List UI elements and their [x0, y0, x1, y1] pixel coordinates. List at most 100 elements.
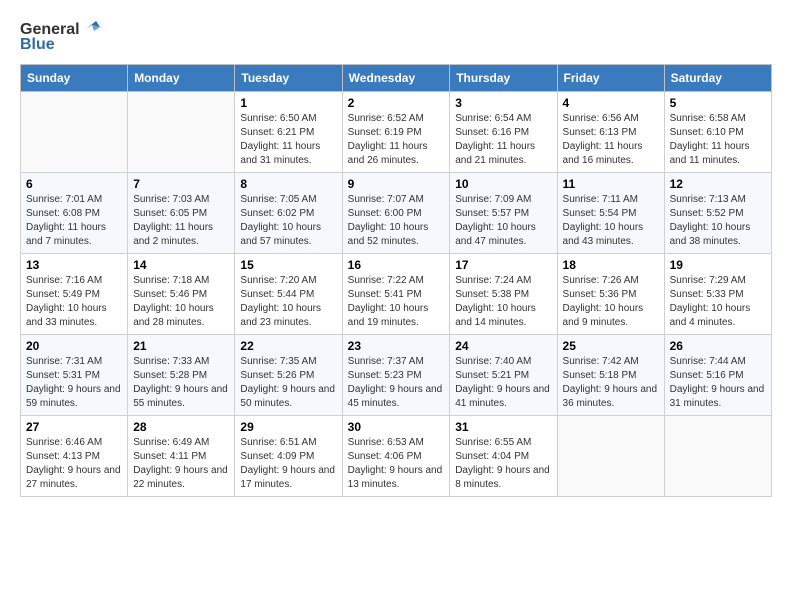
calendar-week-row: 1 Sunrise: 6:50 AMSunset: 6:21 PMDaylight… — [21, 92, 772, 173]
calendar-cell: 7 Sunrise: 7:03 AMSunset: 6:05 PMDaylight… — [128, 173, 235, 254]
day-info: Sunrise: 7:26 AMSunset: 5:36 PMDaylight:… — [563, 274, 659, 330]
calendar-cell — [128, 92, 235, 173]
day-number: 18 — [563, 258, 659, 272]
day-number: 15 — [240, 258, 336, 272]
day-number: 8 — [240, 177, 336, 191]
logo-bird-icon — [82, 17, 100, 35]
day-number: 27 — [26, 420, 122, 434]
calendar-cell: 3 Sunrise: 6:54 AMSunset: 6:16 PMDaylight… — [450, 92, 557, 173]
calendar-cell: 1 Sunrise: 6:50 AMSunset: 6:21 PMDaylight… — [235, 92, 342, 173]
day-number: 19 — [670, 258, 766, 272]
day-number: 30 — [348, 420, 445, 434]
calendar-week-row: 6 Sunrise: 7:01 AMSunset: 6:08 PMDaylight… — [21, 173, 772, 254]
day-number: 26 — [670, 339, 766, 353]
calendar-cell: 13 Sunrise: 7:16 AMSunset: 5:49 PMDayligh… — [21, 254, 128, 335]
calendar-cell: 20 Sunrise: 7:31 AMSunset: 5:31 PMDayligh… — [21, 335, 128, 416]
day-info: Sunrise: 7:03 AMSunset: 6:05 PMDaylight:… — [133, 193, 229, 249]
day-number: 10 — [455, 177, 551, 191]
column-header-monday: Monday — [128, 65, 235, 92]
calendar-cell — [557, 416, 664, 497]
day-info: Sunrise: 7:37 AMSunset: 5:23 PMDaylight:… — [348, 355, 445, 411]
calendar-cell: 25Sunrise: 7:42 AMSunset: 5:18 PMDayligh… — [557, 335, 664, 416]
day-info: Sunrise: 7:01 AMSunset: 6:08 PMDaylight:… — [26, 193, 122, 249]
calendar-cell — [21, 92, 128, 173]
calendar-cell — [664, 416, 771, 497]
calendar-cell: 2Sunrise: 6:52 AMSunset: 6:19 PMDaylight… — [342, 92, 450, 173]
calendar-cell: 22 Sunrise: 7:35 AMSunset: 5:26 PMDayligh… — [235, 335, 342, 416]
calendar-cell: 8 Sunrise: 7:05 AMSunset: 6:02 PMDaylight… — [235, 173, 342, 254]
logo: General Blue — [20, 20, 100, 54]
day-number: 28 — [133, 420, 229, 434]
calendar-cell: 23 Sunrise: 7:37 AMSunset: 5:23 PMDayligh… — [342, 335, 450, 416]
logo-container: General Blue — [20, 20, 100, 54]
calendar-cell: 6 Sunrise: 7:01 AMSunset: 6:08 PMDaylight… — [21, 173, 128, 254]
column-header-sunday: Sunday — [21, 65, 128, 92]
calendar-week-row: 13 Sunrise: 7:16 AMSunset: 5:49 PMDayligh… — [21, 254, 772, 335]
calendar-week-row: 20 Sunrise: 7:31 AMSunset: 5:31 PMDayligh… — [21, 335, 772, 416]
calendar-cell: 5 Sunrise: 6:58 AMSunset: 6:10 PMDaylight… — [664, 92, 771, 173]
calendar-cell: 29Sunrise: 6:51 AMSunset: 4:09 PMDayligh… — [235, 416, 342, 497]
day-info: Sunrise: 6:46 AMSunset: 4:13 PMDaylight:… — [26, 436, 122, 492]
day-number: 1 — [240, 96, 336, 110]
day-number: 6 — [26, 177, 122, 191]
day-info: Sunrise: 6:54 AMSunset: 6:16 PMDaylight:… — [455, 112, 551, 168]
day-info: Sunrise: 6:58 AMSunset: 6:10 PMDaylight:… — [670, 112, 766, 168]
day-number: 31 — [455, 420, 551, 434]
day-info: Sunrise: 7:24 AMSunset: 5:38 PMDaylight:… — [455, 274, 551, 330]
calendar-cell: 27 Sunrise: 6:46 AMSunset: 4:13 PMDayligh… — [21, 416, 128, 497]
calendar-cell: 31Sunrise: 6:55 AMSunset: 4:04 PMDayligh… — [450, 416, 557, 497]
day-number: 21 — [133, 339, 229, 353]
day-number: 3 — [455, 96, 551, 110]
day-info: Sunrise: 7:35 AMSunset: 5:26 PMDaylight:… — [240, 355, 336, 411]
calendar-cell: 15 Sunrise: 7:20 AMSunset: 5:44 PMDayligh… — [235, 254, 342, 335]
day-info: Sunrise: 6:50 AMSunset: 6:21 PMDaylight:… — [240, 112, 336, 168]
day-number: 13 — [26, 258, 122, 272]
day-info: Sunrise: 7:31 AMSunset: 5:31 PMDaylight:… — [26, 355, 122, 411]
calendar-cell: 17 Sunrise: 7:24 AMSunset: 5:38 PMDayligh… — [450, 254, 557, 335]
calendar-header-row: SundayMondayTuesdayWednesdayThursdayFrid… — [21, 65, 772, 92]
day-info: Sunrise: 7:11 AMSunset: 5:54 PMDaylight:… — [563, 193, 659, 249]
day-info: Sunrise: 7:42 AMSunset: 5:18 PMDaylight:… — [563, 355, 659, 411]
day-info: Sunrise: 7:33 AMSunset: 5:28 PMDaylight:… — [133, 355, 229, 411]
day-info: Sunrise: 7:07 AMSunset: 6:00 PMDaylight:… — [348, 193, 445, 249]
calendar-cell: 30 Sunrise: 6:53 AMSunset: 4:06 PMDayligh… — [342, 416, 450, 497]
day-info: Sunrise: 7:29 AMSunset: 5:33 PMDaylight:… — [670, 274, 766, 330]
day-info: Sunrise: 7:40 AMSunset: 5:21 PMDaylight:… — [455, 355, 551, 411]
column-header-wednesday: Wednesday — [342, 65, 450, 92]
calendar-cell: 12Sunrise: 7:13 AMSunset: 5:52 PMDayligh… — [664, 173, 771, 254]
day-number: 16 — [348, 258, 445, 272]
column-header-friday: Friday — [557, 65, 664, 92]
day-number: 23 — [348, 339, 445, 353]
calendar-week-row: 27 Sunrise: 6:46 AMSunset: 4:13 PMDayligh… — [21, 416, 772, 497]
page-header: General Blue — [20, 20, 772, 54]
day-info: Sunrise: 7:16 AMSunset: 5:49 PMDaylight:… — [26, 274, 122, 330]
day-info: Sunrise: 7:05 AMSunset: 6:02 PMDaylight:… — [240, 193, 336, 249]
day-info: Sunrise: 6:52 AMSunset: 6:19 PMDaylight:… — [348, 112, 445, 168]
day-number: 9 — [348, 177, 445, 191]
calendar-cell: 24 Sunrise: 7:40 AMSunset: 5:21 PMDayligh… — [450, 335, 557, 416]
calendar-cell: 18 Sunrise: 7:26 AMSunset: 5:36 PMDayligh… — [557, 254, 664, 335]
calendar-cell: 26 Sunrise: 7:44 AMSunset: 5:16 PMDayligh… — [664, 335, 771, 416]
calendar-cell: 14Sunrise: 7:18 AMSunset: 5:46 PMDayligh… — [128, 254, 235, 335]
calendar-cell: 10Sunrise: 7:09 AMSunset: 5:57 PMDayligh… — [450, 173, 557, 254]
day-number: 5 — [670, 96, 766, 110]
day-info: Sunrise: 7:18 AMSunset: 5:46 PMDaylight:… — [133, 274, 229, 330]
day-info: Sunrise: 6:53 AMSunset: 4:06 PMDaylight:… — [348, 436, 445, 492]
day-number: 22 — [240, 339, 336, 353]
calendar-cell: 4Sunrise: 6:56 AMSunset: 6:13 PMDaylight… — [557, 92, 664, 173]
day-info: Sunrise: 7:13 AMSunset: 5:52 PMDaylight:… — [670, 193, 766, 249]
day-info: Sunrise: 6:49 AMSunset: 4:11 PMDaylight:… — [133, 436, 229, 492]
day-info: Sunrise: 7:22 AMSunset: 5:41 PMDaylight:… — [348, 274, 445, 330]
day-info: Sunrise: 7:44 AMSunset: 5:16 PMDaylight:… — [670, 355, 766, 411]
day-number: 17 — [455, 258, 551, 272]
column-header-saturday: Saturday — [664, 65, 771, 92]
column-header-tuesday: Tuesday — [235, 65, 342, 92]
calendar-body: 1 Sunrise: 6:50 AMSunset: 6:21 PMDaylight… — [21, 92, 772, 497]
day-number: 24 — [455, 339, 551, 353]
day-number: 7 — [133, 177, 229, 191]
calendar-cell: 16 Sunrise: 7:22 AMSunset: 5:41 PMDayligh… — [342, 254, 450, 335]
day-info: Sunrise: 7:20 AMSunset: 5:44 PMDaylight:… — [240, 274, 336, 330]
day-number: 20 — [26, 339, 122, 353]
logo-blue-text: Blue — [20, 35, 100, 54]
calendar-table: SundayMondayTuesdayWednesdayThursdayFrid… — [20, 64, 772, 497]
